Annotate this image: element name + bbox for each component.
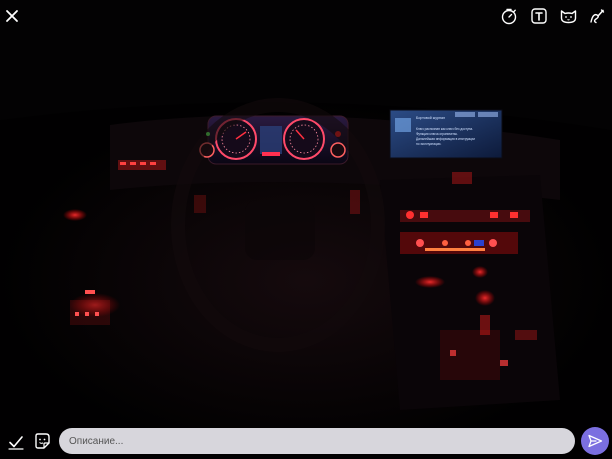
text-icon (531, 8, 547, 24)
checkmark-icon (8, 436, 24, 450)
send-icon (588, 434, 603, 448)
sticker-icon (35, 433, 50, 449)
cat-sticker-icon (560, 10, 576, 24)
draw-tool-button[interactable] (586, 5, 608, 27)
svg-text:Функции ключа ограничены.: Функции ключа ограничены. (416, 132, 458, 136)
photo-car-interior: Бортовой журнал Ключ распознан как ключ … (0, 0, 612, 459)
close-icon (6, 10, 18, 22)
sticker-tool-button[interactable] (557, 5, 579, 27)
top-toolbar (0, 0, 612, 34)
text-tool-button[interactable] (528, 5, 550, 27)
infotainment-screen-graphic: Бортовой журнал Ключ распознан как ключ … (389, 109, 503, 159)
sticker-panel-button[interactable] (31, 430, 53, 452)
caption-input[interactable] (59, 428, 575, 454)
svg-text:Дальнейшая информация в инстру: Дальнейшая информация в инструкции (416, 137, 475, 141)
close-button[interactable] (2, 6, 22, 26)
confirm-button[interactable] (5, 431, 27, 453)
doodle-icon (590, 9, 605, 24)
screen-title-text: Бортовой журнал (416, 116, 445, 120)
send-button[interactable] (581, 427, 609, 455)
svg-text:по эксплуатации.: по эксплуатации. (416, 142, 441, 146)
timer-icon (501, 8, 517, 25)
caption-bar (0, 424, 612, 459)
svg-text:Ключ распознан как ключ без до: Ключ распознан как ключ без доступа. (416, 127, 473, 131)
timer-button[interactable] (498, 5, 520, 27)
